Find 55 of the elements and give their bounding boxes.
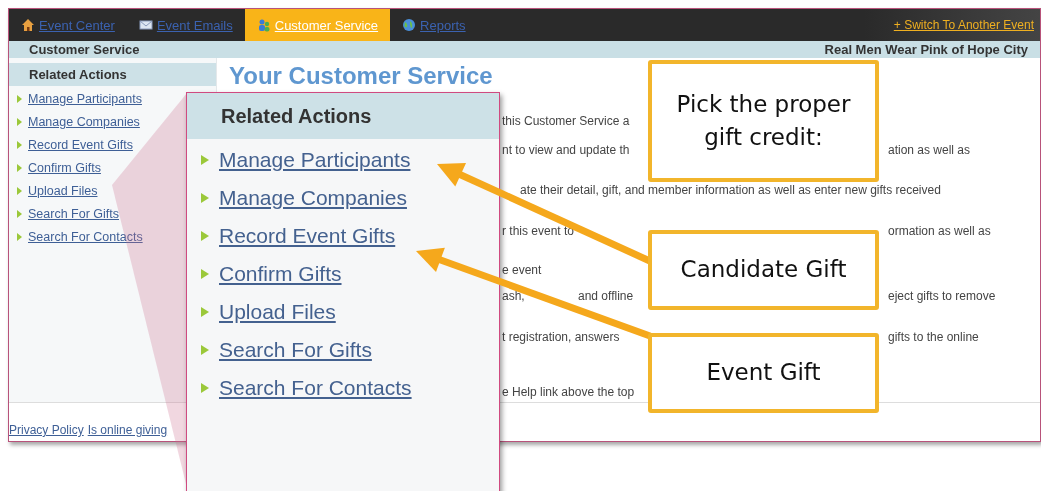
bullet-icon [201,269,209,279]
description-text: ation as well as [888,143,971,157]
bullet-icon [17,187,22,195]
bullet-icon [201,231,209,241]
bullet-icon [201,345,209,355]
panel-link[interactable]: Upload Files [219,300,336,324]
callout-box: Event Gift [648,333,879,413]
bullet-icon [17,210,22,218]
sidebar-heading: Related Actions [9,63,216,86]
globe-icon [402,18,417,32]
panel-link[interactable]: Search For Contacts [219,376,412,400]
bullet-icon [201,193,209,203]
sidebar-link[interactable]: Search For Gifts [28,207,119,221]
description-text: t registration, answers [502,330,620,344]
bullet-icon [201,383,209,393]
bullet-icon [17,141,22,149]
footer-link[interactable]: Is online giving [87,423,168,437]
panel-link[interactable]: Record Event Gifts [219,224,396,248]
description-text: eject gifts to remove [888,289,996,303]
people-icon [256,18,271,32]
sidebar-link[interactable]: Manage Companies [28,115,140,129]
sidebar-link[interactable]: Upload Files [28,184,98,198]
description-text: ate their detail, gift, and member information as well as enter new gifts received [520,183,941,197]
panel-link[interactable]: Search For Gifts [219,338,372,362]
page-title: Your Customer Service [229,62,494,90]
bullet-icon [17,118,22,126]
sidebar-link[interactable]: Search For Contacts [28,230,143,244]
panel-link[interactable]: Manage Companies [219,186,407,210]
bullet-icon [17,233,22,241]
panel-heading: Related Actions [187,93,499,139]
callout-box: Candidate Gift [648,230,879,310]
description-text: r this event to [502,224,575,238]
event-name: Real Men Wear Pink of Hope City [824,42,1028,57]
sidebar-link[interactable]: Manage Participants [28,92,142,106]
bullet-icon [201,155,209,165]
description-text: this Customer Service a [502,114,630,128]
description-text: ormation as well as [888,224,991,238]
panel-link[interactable]: Confirm Gifts [219,262,342,286]
description-text: ash, [502,289,525,303]
section-title: Customer Service [29,42,140,57]
envelope-icon [138,18,153,32]
footer-link[interactable]: Privacy Policy [9,423,84,437]
sidebar-link[interactable]: Confirm Gifts [28,161,101,175]
description-text: nt to view and update th [502,143,630,157]
callout-box: Pick the proper gift credit: [648,60,879,182]
bullet-icon [201,307,209,317]
description-text: gifts to the online [888,330,979,344]
bullet-icon [17,164,22,172]
panel-link[interactable]: Manage Participants [219,148,411,172]
house-icon [21,18,35,32]
description-text: e event [502,263,542,277]
bullet-icon [17,95,22,103]
description-text: e Help link above the top [502,385,635,399]
description-text: and offline [578,289,634,303]
sidebar-link[interactable]: Record Event Gifts [28,138,133,152]
